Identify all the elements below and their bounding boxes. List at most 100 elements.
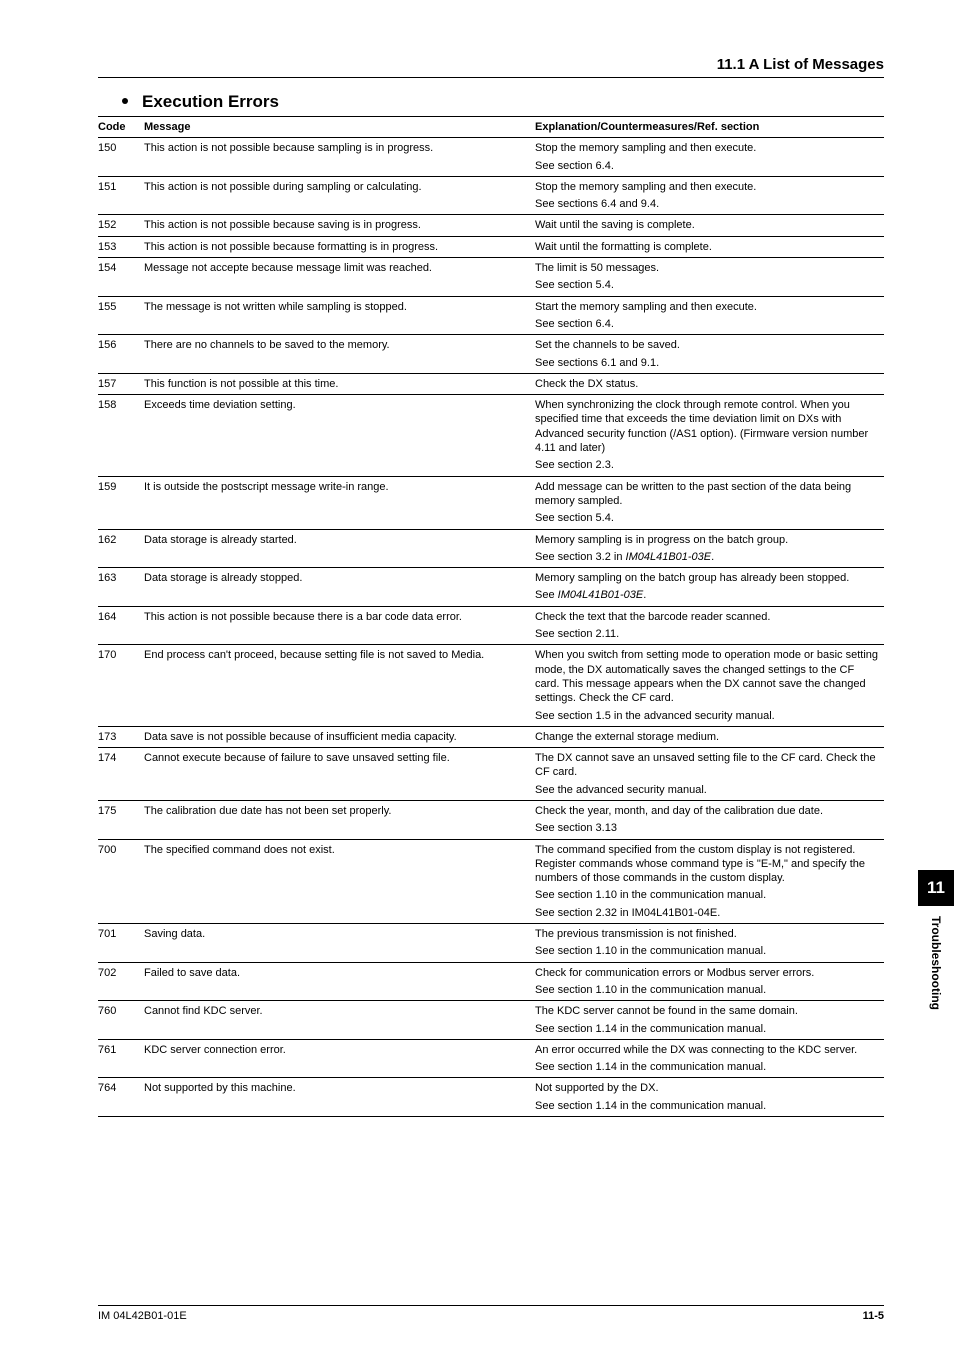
cell-empty	[144, 278, 535, 296]
cell-message: Cannot execute because of failure to sav…	[144, 748, 535, 783]
table-row: 761KDC server connection error.An error …	[98, 1039, 884, 1060]
footer-right: 11-5	[863, 1310, 884, 1322]
cell-empty	[98, 356, 144, 374]
cell-explanation: Set the channels to be saved.	[535, 335, 884, 356]
cell-reference: See section 3.2 in IM04L41B01-03E.	[535, 550, 884, 568]
cell-code: 760	[98, 1001, 144, 1022]
cell-explanation: Stop the memory sampling and then execut…	[535, 138, 884, 159]
table-row: See section 1.5 in the advanced security…	[98, 709, 884, 727]
col-message: Message	[144, 117, 535, 138]
cell-reference: See section 1.10 in the communication ma…	[535, 944, 884, 962]
cell-empty	[98, 317, 144, 335]
cell-reference: See section 1.5 in the advanced security…	[535, 709, 884, 727]
cell-code: 175	[98, 800, 144, 821]
cell-reference: See section 1.14 in the communication ma…	[535, 1060, 884, 1078]
table-row: 700The specified command does not exist.…	[98, 839, 884, 888]
table-row: 159It is outside the postscript message …	[98, 476, 884, 511]
cell-message: This action is not possible during sampl…	[144, 176, 535, 197]
cell-code: 173	[98, 726, 144, 747]
cell-explanation: The command specified from the custom di…	[535, 839, 884, 888]
cell-empty	[144, 159, 535, 177]
cell-message: This function is not possible at this ti…	[144, 373, 535, 394]
table-row: See section 5.4.	[98, 278, 884, 296]
table-row: 157This function is not possible at this…	[98, 373, 884, 394]
cell-empty	[98, 783, 144, 801]
cell-code: 151	[98, 176, 144, 197]
cell-message: Data storage is already stopped.	[144, 568, 535, 589]
cell-empty	[144, 888, 535, 905]
col-explanation: Explanation/Countermeasures/Ref. section	[535, 117, 884, 138]
table-row: 154Message not accepte because message l…	[98, 258, 884, 279]
table-row: See section 2.32 in IM04L41B01-04E.	[98, 906, 884, 924]
cell-empty	[144, 944, 535, 962]
cell-reference: See IM04L41B01-03E.	[535, 588, 884, 606]
table-row: See sections 6.4 and 9.4.	[98, 197, 884, 215]
cell-empty	[98, 906, 144, 924]
table-row: 156There are no channels to be saved to …	[98, 335, 884, 356]
cell-empty	[98, 197, 144, 215]
cell-reference: See section 5.4.	[535, 511, 884, 529]
cell-code: 153	[98, 236, 144, 257]
cell-code: 764	[98, 1078, 144, 1099]
table-row: See section 1.14 in the communication ma…	[98, 1060, 884, 1078]
cell-message: It is outside the postscript message wri…	[144, 476, 535, 511]
table-row: 152This action is not possible because s…	[98, 215, 884, 236]
cell-code: 155	[98, 296, 144, 317]
cell-empty	[98, 983, 144, 1001]
table-header-row: Code Message Explanation/Countermeasures…	[98, 117, 884, 138]
table-row: See sections 6.1 and 9.1.	[98, 356, 884, 374]
cell-explanation: The KDC server cannot be found in the sa…	[535, 1001, 884, 1022]
cell-empty	[144, 906, 535, 924]
table-row: 150This action is not possible because s…	[98, 138, 884, 159]
cell-code: 761	[98, 1039, 144, 1060]
messages-table: Code Message Explanation/Countermeasures…	[98, 116, 884, 1117]
table-row: 170End process can't proceed, because se…	[98, 645, 884, 709]
cell-empty	[98, 550, 144, 568]
cell-message: This action is not possible because form…	[144, 236, 535, 257]
cell-empty	[144, 1060, 535, 1078]
table-row: 760Cannot find KDC server.The KDC server…	[98, 1001, 884, 1022]
cell-empty	[98, 1060, 144, 1078]
cell-empty	[98, 709, 144, 727]
cell-empty	[144, 317, 535, 335]
cell-explanation: Start the memory sampling and then execu…	[535, 296, 884, 317]
cell-empty	[98, 944, 144, 962]
cell-empty	[144, 983, 535, 1001]
cell-code: 152	[98, 215, 144, 236]
cell-explanation: Change the external storage medium.	[535, 726, 884, 747]
cell-message: There are no channels to be saved to the…	[144, 335, 535, 356]
cell-empty	[98, 511, 144, 529]
cell-explanation: Memory sampling on the batch group has a…	[535, 568, 884, 589]
cell-reference: See section 2.3.	[535, 458, 884, 476]
cell-reference: See the advanced security manual.	[535, 783, 884, 801]
cell-reference: See section 3.13	[535, 821, 884, 839]
footer-left: IM 04L42B01-01E	[98, 1310, 187, 1322]
cell-code: 174	[98, 748, 144, 783]
footer: IM 04L42B01-01E 11-5	[98, 1305, 884, 1322]
table-row: 174Cannot execute because of failure to …	[98, 748, 884, 783]
cell-empty	[98, 1099, 144, 1117]
cell-code: 158	[98, 395, 144, 459]
cell-message: This action is not possible because samp…	[144, 138, 535, 159]
cell-reference: See section 1.14 in the communication ma…	[535, 1022, 884, 1040]
table-row: 702Failed to save data.Check for communi…	[98, 962, 884, 983]
cell-message: Cannot find KDC server.	[144, 1001, 535, 1022]
table-row: 163Data storage is already stopped.Memor…	[98, 568, 884, 589]
cell-explanation: Wait until the formatting is complete.	[535, 236, 884, 257]
cell-message: The message is not written while samplin…	[144, 296, 535, 317]
subtitle-text: Execution Errors	[142, 92, 279, 111]
cell-message: Exceeds time deviation setting.	[144, 395, 535, 459]
cell-code: 170	[98, 645, 144, 709]
cell-code: 164	[98, 606, 144, 627]
cell-explanation: The previous transmission is not finishe…	[535, 924, 884, 945]
cell-reference: See section 1.10 in the communication ma…	[535, 888, 884, 905]
cell-empty	[144, 197, 535, 215]
cell-reference: See section 2.11.	[535, 627, 884, 645]
table-row: See section 2.3.	[98, 458, 884, 476]
cell-code: 156	[98, 335, 144, 356]
cell-empty	[98, 278, 144, 296]
cell-empty	[98, 888, 144, 905]
cell-empty	[98, 1022, 144, 1040]
cell-message: KDC server connection error.	[144, 1039, 535, 1060]
cell-empty	[144, 709, 535, 727]
